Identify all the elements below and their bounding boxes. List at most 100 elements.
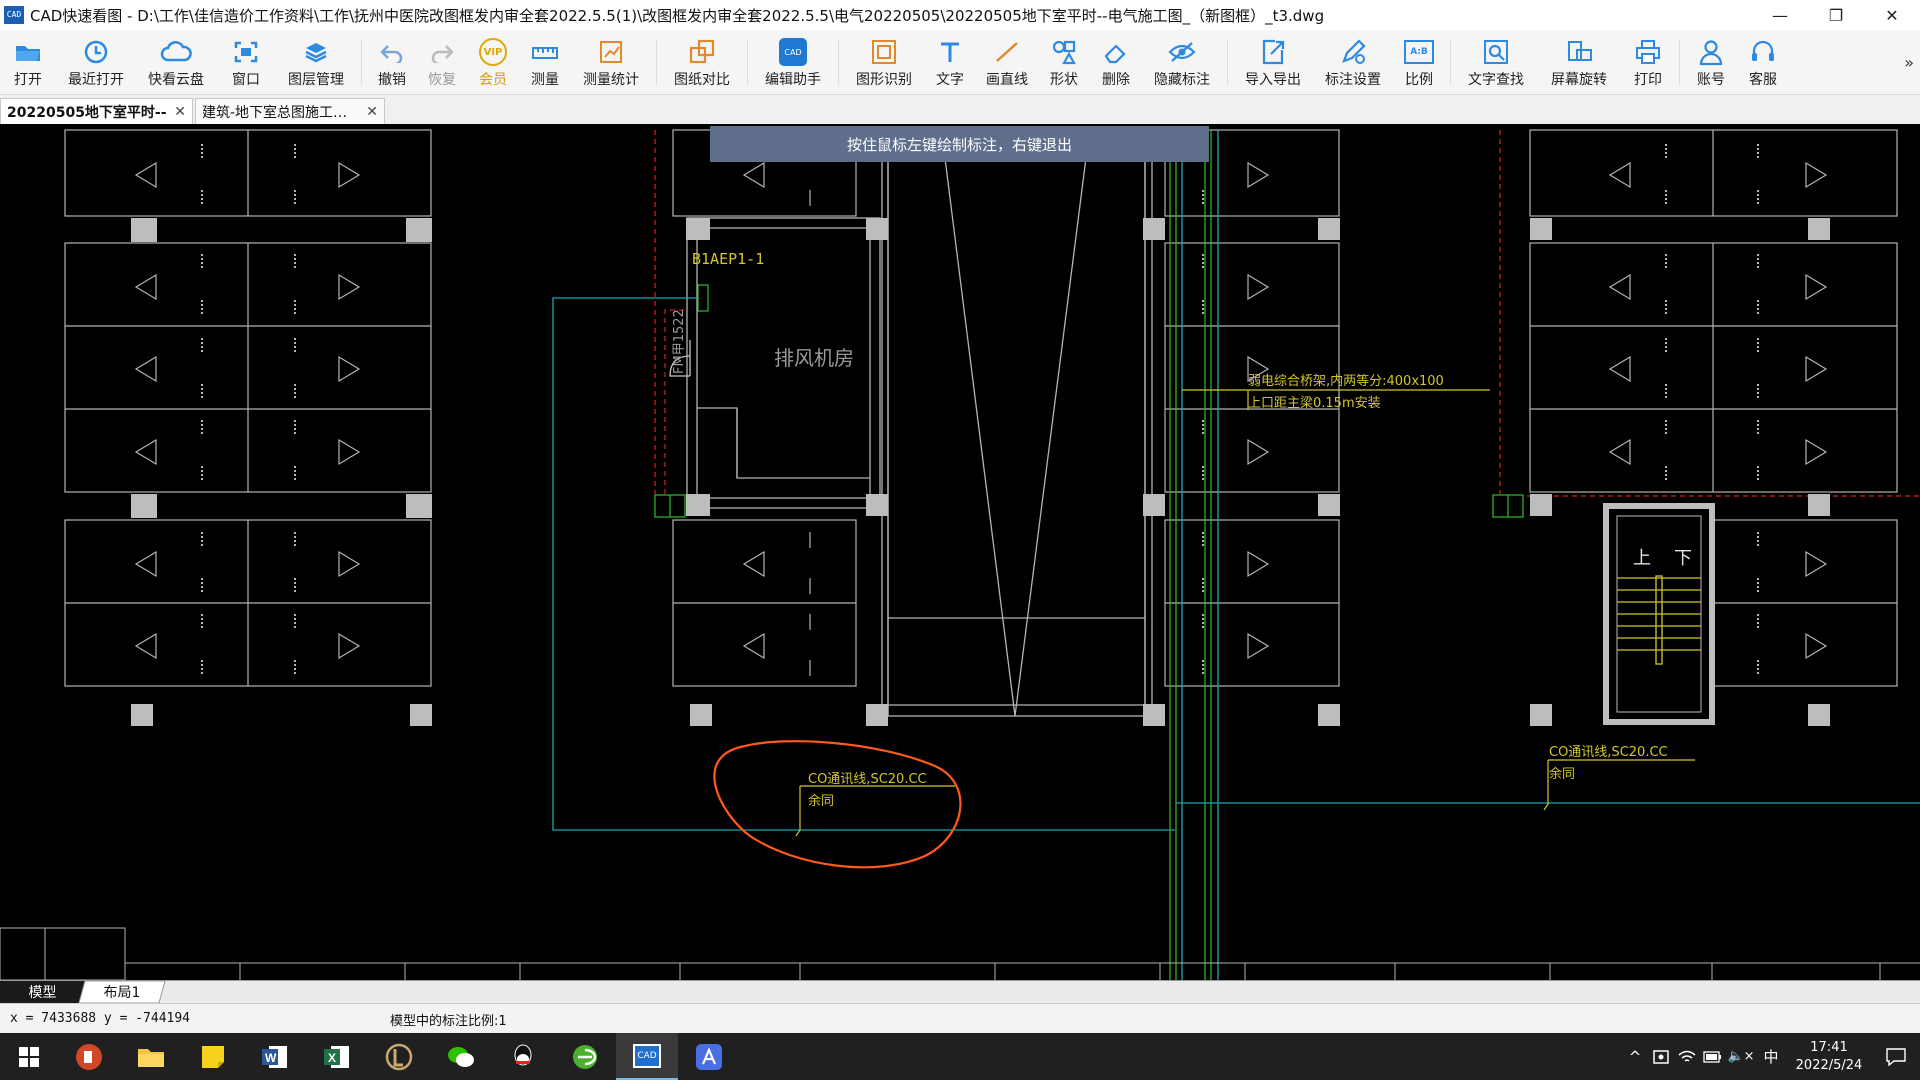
layout-tabs: 模型 布局1: [0, 980, 1920, 1004]
tray-expand-icon[interactable]: ^: [1622, 1048, 1648, 1066]
delete-button[interactable]: 删除: [1090, 32, 1142, 92]
scale-button[interactable]: A:B 比例: [1393, 32, 1445, 92]
tab-label: 建筑-地下室总图施工…: [202, 104, 348, 121]
toolbar-divider: [838, 39, 839, 85]
compare-icon: [688, 35, 716, 69]
shape-recognize-button[interactable]: 图形识别: [844, 32, 924, 92]
headset-icon: [1749, 35, 1777, 69]
window-icon: [233, 35, 259, 69]
room-label: 排风机房: [774, 346, 854, 370]
lol-icon[interactable]: [368, 1033, 430, 1080]
minimize-button[interactable]: —: [1752, 0, 1808, 30]
explorer-icon[interactable]: [120, 1033, 182, 1080]
title-bar: CAD CAD快速看图 - D:\工作\佳信造价工作资料\工作\抚州中医院改图框…: [0, 0, 1920, 31]
shape-icon: [1050, 35, 1078, 69]
co-label-right-line-1: CO通讯线,SC20.CC: [1549, 745, 1668, 760]
powerpoint-icon[interactable]: [58, 1033, 120, 1080]
excel-icon[interactable]: X: [306, 1033, 368, 1080]
tab-layout-1[interactable]: 布局1: [82, 981, 162, 1003]
text-icon: [937, 35, 963, 69]
layers-icon: [303, 35, 329, 69]
annotation-hint: 按住鼠标左键绘制标注，右键退出: [710, 126, 1209, 162]
redo-button[interactable]: 恢复: [417, 32, 467, 92]
drawing-canvas[interactable]: B1AEP1-1 排风机房 FM甲1522 弱电综合桥架,内两等分:400x10…: [0, 124, 1920, 980]
close-button[interactable]: ✕: [1864, 0, 1920, 30]
wifi-icon[interactable]: [1674, 1050, 1700, 1064]
tab-close-icon[interactable]: ✕: [366, 104, 378, 120]
redo-icon: [429, 35, 455, 69]
text-button[interactable]: 文字: [924, 32, 976, 92]
qq-icon[interactable]: [492, 1033, 554, 1080]
toolbar-divider: [656, 39, 657, 85]
ime-indicator[interactable]: 中: [1756, 1046, 1786, 1067]
window-button[interactable]: 窗口: [216, 32, 276, 92]
shape-recognize-icon: [870, 35, 898, 69]
annotation-scale: 模型中的标注比例:1: [390, 1014, 507, 1029]
tab-architecture-drawing[interactable]: 建筑-地下室总图施工… ✕: [195, 98, 385, 124]
tab-electrical-drawing[interactable]: 20220505地下室平时-- ✕: [0, 98, 193, 124]
stair-core: [1603, 503, 1715, 725]
vip-button[interactable]: VIP 会员: [467, 32, 519, 92]
co-label-left-line-1: CO通讯线,SC20.CC: [808, 772, 927, 787]
account-button[interactable]: 账号: [1685, 32, 1737, 92]
edit-assistant-icon: CAD: [779, 35, 807, 69]
cursor-coordinates: x = 7433688 y = -744194: [10, 1011, 191, 1026]
recent-icon: [82, 35, 110, 69]
notification-icon[interactable]: [1872, 1047, 1920, 1066]
battery-icon[interactable]: [1700, 1050, 1726, 1063]
wechat-icon[interactable]: [430, 1033, 492, 1080]
measure-stats-icon: [598, 35, 624, 69]
shape-button[interactable]: 形状: [1038, 32, 1090, 92]
clock[interactable]: 17:41 2022/5/24: [1786, 1039, 1872, 1075]
measure-button[interactable]: 测量: [519, 32, 571, 92]
print-icon: [1634, 35, 1662, 69]
edit-assistant-button[interactable]: CAD 编辑助手: [753, 32, 833, 92]
cloud-drive-button[interactable]: 快看云盘: [136, 32, 216, 92]
folder-open-icon: [14, 35, 42, 69]
toolbar-divider: [1227, 39, 1228, 85]
compare-button[interactable]: 图纸对比: [662, 32, 742, 92]
text-search-icon: [1482, 35, 1510, 69]
stair-down-label: 下: [1674, 548, 1692, 569]
markup-circle: [713, 740, 962, 869]
maximize-button[interactable]: ❐: [1808, 0, 1864, 30]
print-button[interactable]: 打印: [1622, 32, 1674, 92]
main-toolbar: 打开 最近打开 快看云盘 窗口 图层管理 撤销 恢复 VIP 会员 测量 测量统…: [0, 30, 1920, 95]
customer-service-button[interactable]: 客服: [1737, 32, 1789, 92]
word-icon[interactable]: W: [244, 1033, 306, 1080]
security-icon[interactable]: [1648, 1049, 1674, 1065]
open-button[interactable]: 打开: [0, 32, 56, 92]
tray-label-line-2: 上口距主梁0.15m安装: [1248, 396, 1381, 411]
undo-button[interactable]: 撤销: [367, 32, 417, 92]
hide-annotation-button[interactable]: 隐藏标注: [1142, 32, 1222, 92]
line-icon: [993, 35, 1021, 69]
tab-close-icon[interactable]: ✕: [174, 104, 186, 120]
svg-text:X: X: [328, 1051, 336, 1065]
toolbar-divider: [747, 39, 748, 85]
system-tray: ^ 🔈× 中 17:41 2022/5/24: [1622, 1033, 1920, 1080]
start-icon[interactable]: [0, 1033, 58, 1080]
volume-icon[interactable]: 🔈×: [1726, 1049, 1756, 1064]
clock-date: 2022/5/24: [1795, 1057, 1863, 1073]
columns-center: [686, 218, 1165, 726]
layer-manage-button[interactable]: 图层管理: [276, 32, 356, 92]
import-export-button[interactable]: 导入导出: [1233, 32, 1313, 92]
cad-viewer-icon[interactable]: CAD: [616, 1033, 678, 1080]
red-dashed-lines: [654, 130, 1920, 497]
browser-icon[interactable]: [554, 1033, 616, 1080]
annotation-settings-button[interactable]: 标注设置: [1313, 32, 1393, 92]
tab-model[interactable]: 模型: [0, 981, 85, 1003]
document-tabs: 20220505地下室平时-- ✕ 建筑-地下室总图施工… ✕: [0, 95, 1920, 124]
recent-open-button[interactable]: 最近打开: [56, 32, 136, 92]
draw-app-icon[interactable]: [678, 1033, 740, 1080]
text-search-button[interactable]: 文字查找: [1456, 32, 1536, 92]
sticky-notes-icon[interactable]: [182, 1033, 244, 1080]
svg-text:W: W: [265, 1051, 277, 1065]
draw-line-button[interactable]: 画直线: [976, 32, 1038, 92]
cloud-icon: [160, 35, 192, 69]
rotate-screen-button[interactable]: 屏幕旋转: [1536, 32, 1622, 92]
columns-left: [131, 218, 432, 726]
panel-label: B1AEP1-1: [692, 250, 765, 268]
measure-stats-button[interactable]: 测量统计: [571, 32, 651, 92]
toolbar-more-button[interactable]: »: [1904, 53, 1914, 72]
